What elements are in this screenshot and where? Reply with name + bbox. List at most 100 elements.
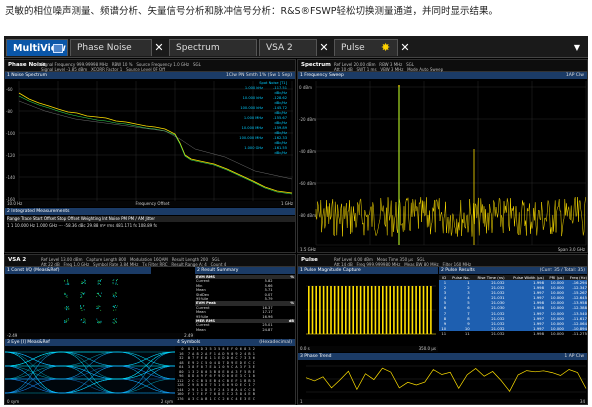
constellation-point <box>80 294 82 296</box>
constellation-point <box>116 318 118 320</box>
constellation-point <box>67 279 68 281</box>
y-tick-label: -20 dBm <box>299 117 316 122</box>
constellation-point <box>100 320 102 322</box>
constellation-point <box>64 292 66 294</box>
tab-spectrum[interactable]: Spectrum <box>169 39 257 56</box>
pulse-bar <box>363 286 366 334</box>
constellation-point <box>113 309 115 311</box>
spectrum-svg: 0 dBm -20 dBm -40 dBm -60 dBm -80 dBm <box>299 81 587 246</box>
constellation-point <box>64 321 66 323</box>
constellation-point <box>113 322 115 324</box>
constellation-point <box>80 296 81 298</box>
panel-params: Ref Level 20.00 dBm RBW 3 MHz SGL Att 10… <box>334 62 444 72</box>
pulse-bar <box>322 286 325 334</box>
channel-tab-bar: MultiView Phase Noise ✕ Spectrum ✕ VSA 2… <box>4 36 588 58</box>
constellation-point <box>100 321 102 323</box>
marker-offset: 1.000 MHz <box>243 116 263 120</box>
pulse-bar <box>315 286 317 334</box>
constellation-point <box>66 283 68 285</box>
eye-diagram-plot[interactable]: 0 sym 2 sym <box>5 346 175 404</box>
pulse-bar <box>370 286 373 334</box>
constellation-point <box>116 296 117 297</box>
pulse-capture-plot[interactable]: 0.0 s 350.0 µs <box>298 274 438 352</box>
constellation-point <box>68 282 70 284</box>
constellation-point <box>81 292 83 294</box>
constellation-point <box>80 307 82 309</box>
spectrum-plot[interactable]: 0 dBm -20 dBm -40 dBm -60 dBm -80 dBm 1.… <box>298 79 587 252</box>
pulse-first: 1 <box>300 399 303 404</box>
constellation-point <box>80 305 82 307</box>
marker-table: Spot Noise [T1] 1.000 kHz -117.51 dBc/Hz … <box>239 81 287 156</box>
eye-footer: 0 sym 2 sym <box>5 399 175 404</box>
pulse-row[interactable]: 11 11 21.032 1.998 10.000 -11.275 <box>439 330 587 336</box>
constellation-point <box>64 280 66 282</box>
trend-footer: 1 34 <box>298 399 587 404</box>
constellation-point <box>65 296 67 298</box>
x-label: Frequency Offset <box>135 201 170 206</box>
pulse-results-table: ID Pulse No. Rise Time (ns) Pulse Width (µs… <box>439 275 587 336</box>
pulse-bar <box>326 286 329 334</box>
pulse-bar <box>422 286 425 334</box>
constellation-point <box>96 305 98 307</box>
pulse-bar <box>333 286 336 334</box>
pulse-bar <box>415 286 417 334</box>
phase-trend-plot[interactable]: 1 34 <box>298 360 587 404</box>
constellation-point <box>82 282 84 283</box>
marker-value: -128.62 dBc/Hz <box>273 96 287 105</box>
constellation-point <box>115 292 117 293</box>
pulse-bar <box>400 286 403 334</box>
constellation-point <box>113 307 115 308</box>
constellation-point <box>81 280 83 282</box>
constellation-point <box>81 307 83 309</box>
constellation-point <box>64 307 66 309</box>
constellation-point <box>65 283 67 285</box>
tab-vsa-2[interactable]: VSA 2 <box>259 39 317 56</box>
close-icon[interactable]: ✕ <box>317 39 331 56</box>
chevron-down-icon[interactable]: ▼ <box>574 39 580 56</box>
constellation-point <box>67 307 69 309</box>
constellation-point <box>64 320 66 322</box>
constellation-point <box>98 283 100 285</box>
close-icon[interactable]: ✕ <box>398 39 412 56</box>
pulse-capture-title: 1 Pulse Magnitude Capture <box>298 267 438 274</box>
constellation-point <box>81 318 83 320</box>
constellation-point <box>100 283 102 285</box>
marker-offset: 100.000 kHz <box>240 106 263 110</box>
pulse-bar <box>337 286 340 334</box>
pulse-bar <box>393 286 395 334</box>
symbols-title: 4 Symbols (Hexadecimal) <box>175 339 295 346</box>
noise-spectrum-plot[interactable]: -60 -80 -100 -120 -140 -160 Spot Noise [… <box>5 79 295 207</box>
marker-offset: 1.000 GHz <box>244 146 263 150</box>
constellation-point <box>84 319 86 321</box>
marker-row: 10.000 MHz -159.89 dBc/Hz <box>239 126 287 136</box>
pulse-bar <box>374 286 377 334</box>
result-summary: 2 Result Summary EVM RMS% Current 5.82 Min 5… <box>195 267 295 339</box>
pulse-bar <box>378 286 380 334</box>
constellation-point <box>83 294 85 295</box>
pulse-count: (Curr: 35 / Total: 35) <box>539 268 585 273</box>
x-start: 10.0 Hz <box>7 201 23 206</box>
summary-cell: 24.87 <box>262 327 273 332</box>
integrated-window-title: 2 Integrated Measurements <box>5 208 295 215</box>
constellation-point <box>96 295 98 297</box>
constellation-point <box>96 318 98 320</box>
window-title-text: 1 Frequency Sweep <box>300 73 344 78</box>
pulse-cell: 11 <box>464 330 470 336</box>
y-tick-label: -140 <box>6 175 16 180</box>
pulse-bar <box>426 286 428 334</box>
constellation-svg <box>64 279 118 324</box>
constellation-point <box>67 318 69 320</box>
constellation-plot[interactable]: -2.49 2.49 <box>5 274 195 339</box>
tab-label: VSA 2 <box>266 43 293 53</box>
phase-trend-trace <box>305 367 587 392</box>
tab-multiview[interactable]: MultiView <box>6 39 68 56</box>
constellation-point <box>115 283 117 285</box>
constellation-point <box>66 319 67 321</box>
phase-trend-title: 3 Phase Trend 1 AP Clw <box>298 353 587 360</box>
tab-phase-noise[interactable]: Phase Noise <box>70 39 152 56</box>
window-title-text: 3 Eye [I] Meas&Ref <box>7 340 50 345</box>
pulse-bar <box>396 286 399 334</box>
window-title-text: 4 Symbols <box>177 340 201 345</box>
close-icon[interactable]: ✕ <box>152 39 166 56</box>
constellation-point <box>83 305 85 307</box>
